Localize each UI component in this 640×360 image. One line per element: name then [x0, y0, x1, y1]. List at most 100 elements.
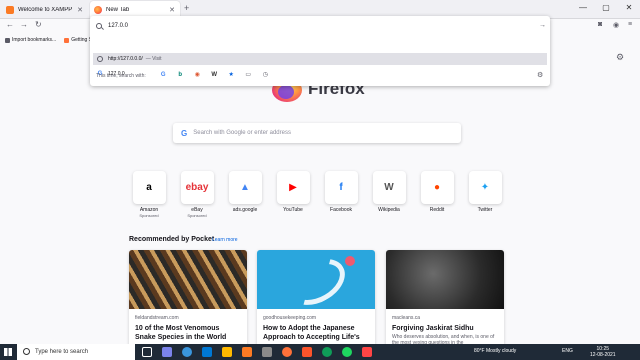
top-site-icon: a	[146, 182, 152, 193]
suggestion-visit[interactable]: http://127.0.0.0/ — Visit	[93, 53, 547, 65]
account-icon[interactable]: ◉	[613, 21, 619, 29]
tab-title: Welcome to XAMPP	[18, 6, 73, 13]
pocket-learn-more-link[interactable]: Learn more	[212, 237, 238, 243]
windows-taskbar: Type here to search 80°F Mostly cloudy E…	[0, 344, 640, 360]
go-arrow-icon[interactable]: →	[539, 22, 546, 29]
top-site-label: Wikipedia	[378, 207, 400, 213]
top-site-tile[interactable]: ebay	[180, 171, 214, 204]
xampp-taskbar-icon[interactable]	[242, 347, 252, 357]
top-site-label: Twitter	[477, 207, 493, 213]
settings-taskbar-icon[interactable]	[262, 347, 272, 357]
pocket-card[interactable]: fieldandstream.com 10 of the Most Venomo…	[129, 250, 247, 350]
xampp-icon	[6, 5, 14, 14]
top-site-tile[interactable]: ▲	[228, 171, 262, 204]
suggestion-text: http://127.0.0.0/	[108, 56, 143, 62]
bookmark-import[interactable]: Import bookmarks...	[5, 37, 56, 43]
brave-icon[interactable]	[302, 347, 312, 357]
firefox-taskbar-icon[interactable]	[282, 347, 292, 357]
weather-status[interactable]: 80°F Mostly cloudy	[474, 348, 516, 354]
spotify-icon[interactable]	[342, 347, 352, 357]
maximize-button[interactable]: ▢	[596, 3, 616, 12]
tab-xampp[interactable]: Welcome to XAMPP ✕	[2, 1, 88, 18]
card-title: 10 of the Most Venomous Snake Species in…	[135, 325, 227, 341]
top-site-label: YouTube	[283, 207, 303, 213]
tab-title: New Tab	[106, 6, 130, 13]
top-site-icon: ▲	[240, 182, 250, 193]
top-site-icon: ebay	[185, 182, 209, 193]
reload-button[interactable]: ↻	[35, 20, 42, 29]
top-site-icon: f	[339, 182, 343, 193]
newtab-settings-icon[interactable]: ⚙	[616, 52, 624, 63]
top-site-youtube[interactable]: ▶ YouTube	[274, 171, 312, 213]
top-site-ebay[interactable]: ebay eBay Sponsored	[178, 171, 216, 218]
back-button[interactable]: ←	[6, 20, 14, 29]
pocket-card[interactable]: goodhousekeeping.com How to Adopt the Ja…	[257, 250, 375, 350]
search-with-row: This time, search with: G b ◉ W ★ ▭ ◷	[96, 72, 269, 79]
edge-icon[interactable]	[182, 347, 192, 357]
search-with-label: This time, search with:	[96, 72, 146, 79]
top-site-tile[interactable]: a	[132, 171, 166, 204]
store-icon[interactable]	[202, 347, 212, 357]
top-site-label: ads.google	[232, 207, 258, 213]
file-explorer-icon[interactable]	[222, 347, 232, 357]
top-site-tile[interactable]: ✦	[468, 171, 502, 204]
search-settings-icon[interactable]: ⚙	[537, 71, 543, 79]
language-indicator[interactable]: ENG	[562, 348, 573, 354]
card-source: goodhousekeeping.com	[263, 315, 317, 321]
teams-icon[interactable]	[162, 347, 172, 357]
bookmarks-engine-icon[interactable]: ★	[228, 72, 235, 79]
top-site-label: Facebook	[330, 207, 352, 213]
top-site-amazon[interactable]: a Amazon Sponsored	[130, 171, 168, 218]
close-window-button[interactable]: ✕	[619, 3, 639, 12]
google-engine-icon[interactable]: G	[160, 72, 167, 79]
firefox-icon	[94, 5, 102, 14]
google-icon: G	[181, 128, 188, 138]
history-engine-icon[interactable]: ◷	[262, 72, 269, 79]
newtab-search-input[interactable]: G Search with Google or enter address	[173, 123, 461, 143]
top-site-tile[interactable]: ▶	[276, 171, 310, 204]
top-site-wikipedia[interactable]: W Wikipedia	[370, 171, 408, 213]
bookmark-label: Import bookmarks...	[12, 37, 57, 43]
taskbar-search-input[interactable]: Type here to search	[17, 344, 135, 360]
top-site-twitter[interactable]: ✦ Twitter	[466, 171, 504, 213]
pocket-heading: Recommended by Pocket	[129, 236, 215, 243]
task-view-icon[interactable]	[142, 347, 152, 357]
search-icon	[96, 22, 102, 29]
minimize-button[interactable]: —	[573, 3, 593, 12]
firefox-icon	[64, 37, 70, 43]
menu-icon[interactable]: ≡	[628, 21, 632, 28]
top-site-icon: W	[384, 182, 394, 193]
url-input[interactable]: 127.0.0 →	[94, 19, 546, 32]
top-site-icon: ▶	[289, 182, 297, 193]
import-icon	[5, 37, 10, 43]
top-site-tile[interactable]: f	[324, 171, 358, 204]
search-placeholder: Search with Google or enter address	[193, 130, 291, 136]
url-value[interactable]: 127.0.0	[108, 23, 539, 29]
top-site-tile[interactable]: W	[372, 171, 406, 204]
top-site-reddit[interactable]: ● Reddit	[418, 171, 456, 213]
chrome-icon[interactable]	[322, 347, 332, 357]
sponsored-label: Sponsored	[139, 213, 159, 218]
card-image	[386, 250, 504, 309]
wikipedia-engine-icon[interactable]: W	[211, 72, 218, 79]
tabs-engine-icon[interactable]: ▭	[245, 72, 252, 79]
close-icon[interactable]: ✕	[168, 6, 176, 14]
bing-engine-icon[interactable]: b	[177, 72, 184, 79]
top-site-icon: ●	[433, 182, 441, 193]
card-source: macleans.ca	[392, 315, 421, 321]
windows-start-icon[interactable]	[4, 348, 12, 356]
top-site-ads-google[interactable]: ▲ ads.google	[226, 171, 264, 213]
new-tab-button[interactable]: +	[184, 3, 189, 13]
sponsored-label: Sponsored	[187, 213, 207, 218]
top-site-facebook[interactable]: f Facebook	[322, 171, 360, 213]
duckduckgo-engine-icon[interactable]: ◉	[194, 72, 201, 79]
forward-button[interactable]: →	[20, 20, 28, 29]
pocket-card[interactable]: macleans.ca Forgiving Jaskirat Sidhu Who…	[386, 250, 504, 350]
close-icon[interactable]: ✕	[76, 6, 84, 14]
taskbar-search-placeholder: Type here to search	[35, 349, 89, 355]
top-site-tile[interactable]: ●	[420, 171, 454, 204]
app-icon[interactable]	[362, 347, 372, 357]
top-sites: a Amazon Sponsored ebay eBay Sponsored ▲ ads.go…	[130, 171, 510, 218]
clock[interactable]: 10:25 12-08-2021	[590, 346, 616, 358]
pocket-icon[interactable]: ◙	[598, 21, 602, 28]
